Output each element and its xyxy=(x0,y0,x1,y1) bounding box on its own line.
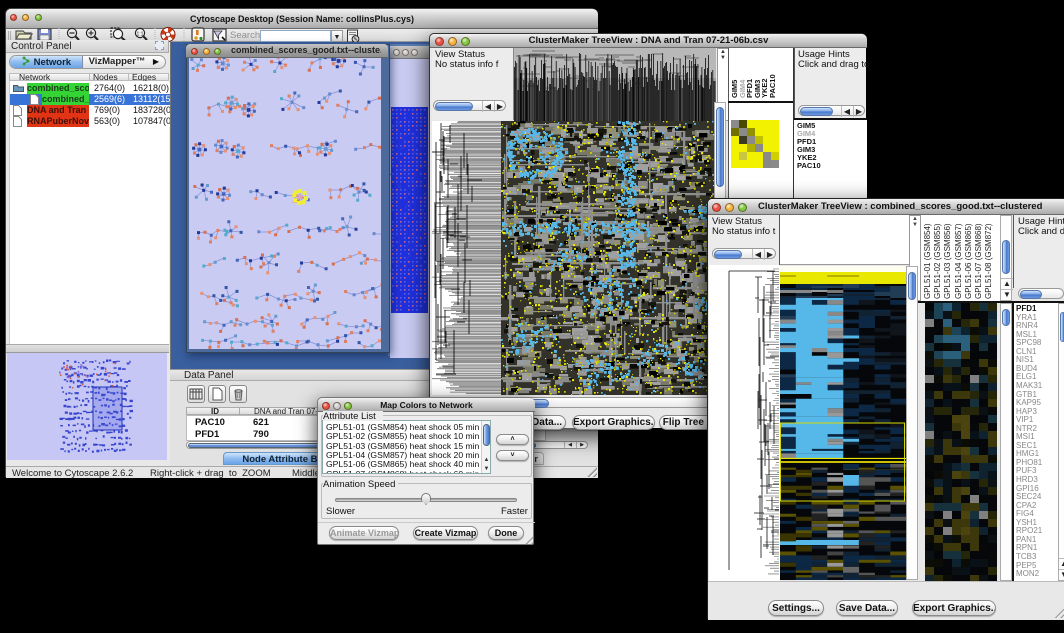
svg-text:1:1: 1:1 xyxy=(137,32,144,38)
svg-text:Search:: Search: xyxy=(230,30,263,41)
